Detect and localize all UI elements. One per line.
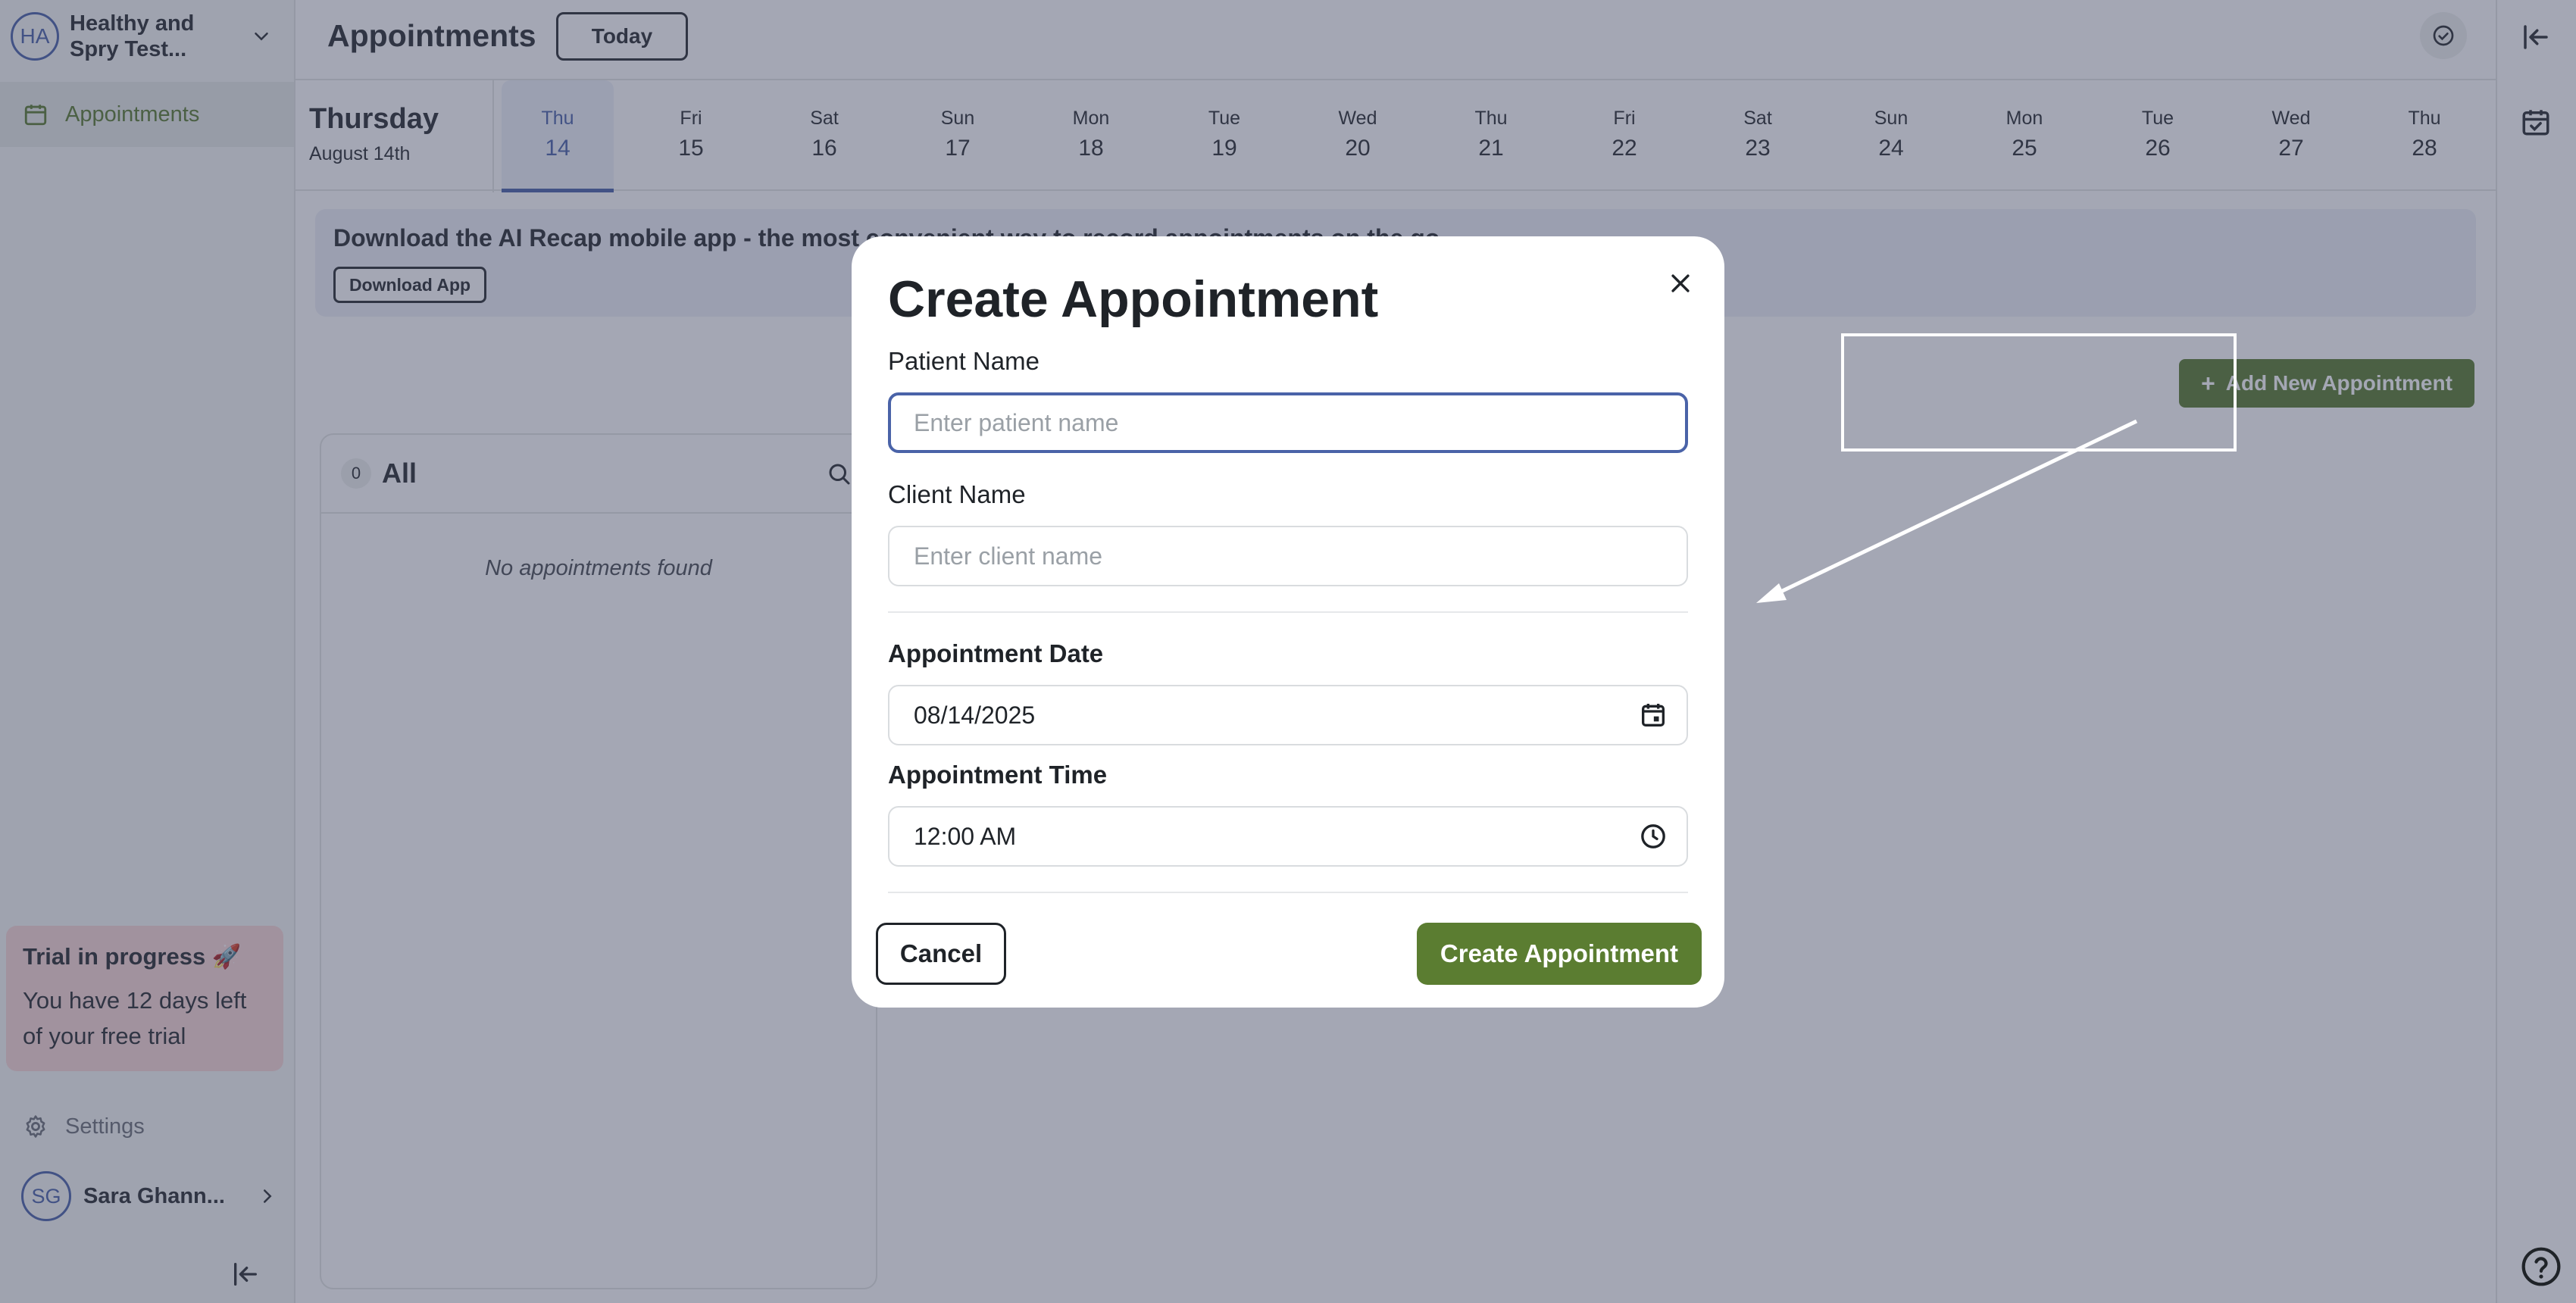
client-name-input[interactable]	[888, 526, 1688, 586]
patient-name-input[interactable]	[888, 392, 1688, 453]
appointment-date-label: Appointment Date	[888, 639, 1104, 667]
appointment-date-input[interactable]: 08/14/2025	[888, 685, 1688, 745]
create-appointment-dialog: Create Appointment Patient Name Client N…	[852, 236, 1724, 1008]
clock-icon[interactable]	[1638, 821, 1668, 851]
calendar-icon[interactable]	[1638, 700, 1668, 730]
help-icon[interactable]	[2520, 1245, 2562, 1288]
appointment-time-label: Appointment Time	[888, 761, 1108, 789]
close-icon	[1671, 274, 1690, 292]
divider	[888, 892, 1688, 893]
divider	[888, 611, 1688, 613]
cancel-button[interactable]: Cancel	[876, 923, 1006, 985]
create-appointment-button[interactable]: Create Appointment	[1417, 923, 1702, 985]
modal-title: Create Appointment	[888, 270, 1379, 328]
client-name-label: Client Name	[888, 480, 1026, 508]
date-value: 08/14/2025	[914, 701, 1036, 729]
time-value: 12:00 AM	[914, 822, 1017, 850]
appointment-time-input[interactable]: 12:00 AM	[888, 806, 1688, 867]
patient-name-label: Patient Name	[888, 347, 1039, 375]
close-button[interactable]	[1659, 262, 1702, 305]
